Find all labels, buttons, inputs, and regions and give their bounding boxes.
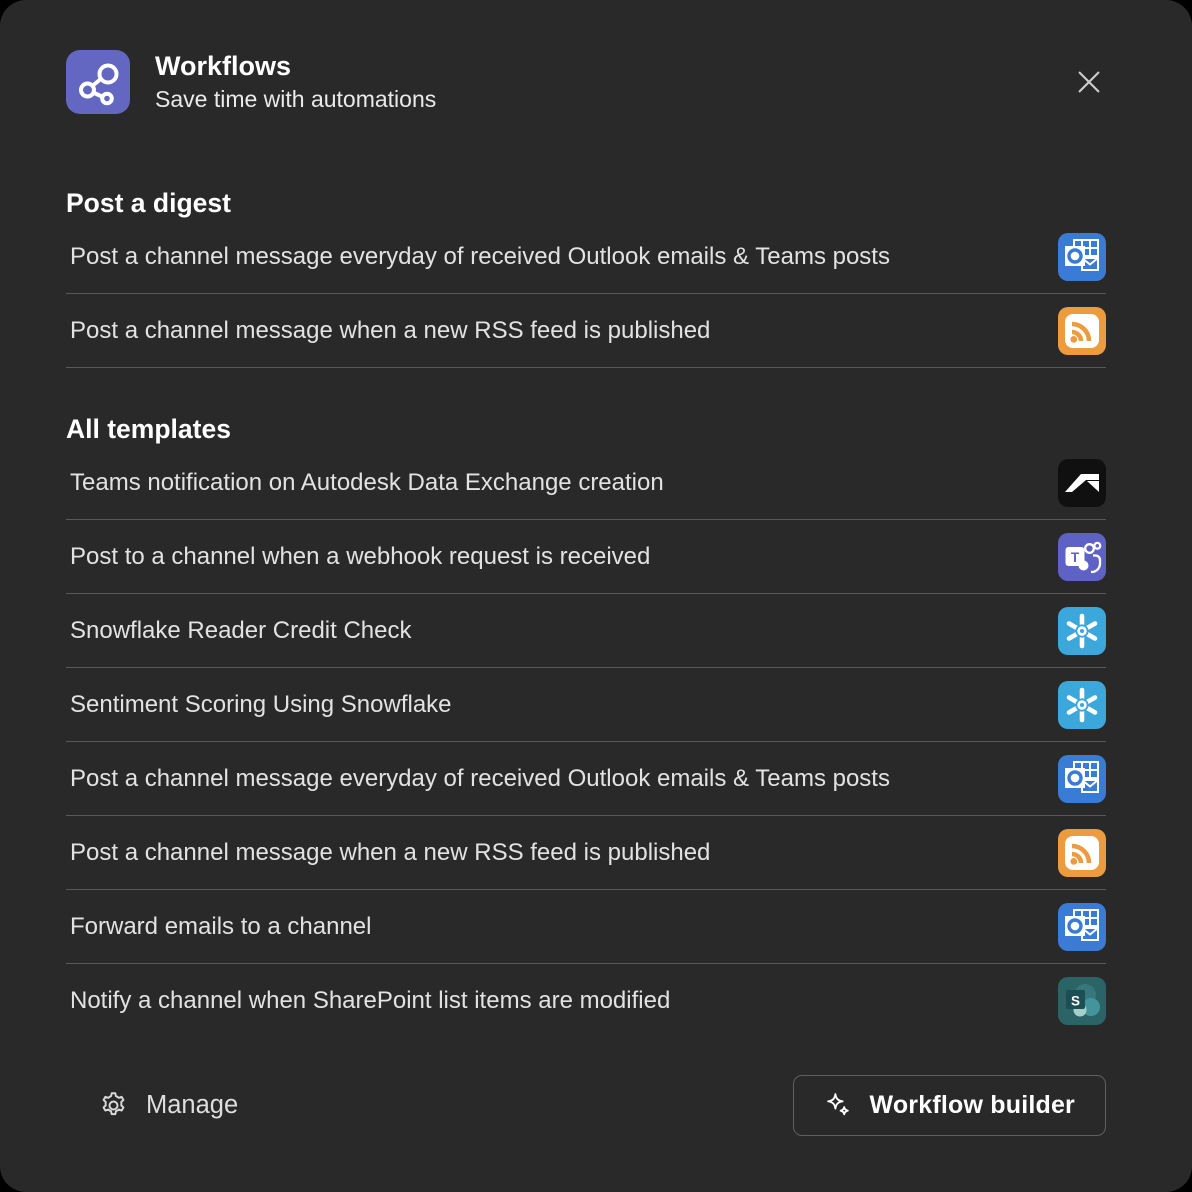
dialog-footer: Manage Workflow builder xyxy=(66,1075,1106,1136)
template-row[interactable]: Teams notification on Autodesk Data Exch… xyxy=(66,446,1106,520)
sections-container: Post a digest Post a channel message eve… xyxy=(66,186,1106,1037)
dialog-title: Workflows xyxy=(155,50,436,82)
section-heading: All templates xyxy=(66,412,1106,446)
outlook-icon xyxy=(1058,903,1106,951)
manage-button[interactable]: Manage xyxy=(98,1090,238,1121)
template-row[interactable]: Post a channel message when a new RSS fe… xyxy=(66,294,1106,368)
sparkle-icon xyxy=(824,1091,853,1120)
template-label: Notify a channel when SharePoint list it… xyxy=(66,987,670,1015)
gear-icon xyxy=(98,1090,129,1121)
template-label: Snowflake Reader Credit Check xyxy=(66,617,412,645)
template-label: Post a channel message when a new RSS fe… xyxy=(66,317,710,345)
template-label: Post to a channel when a webhook request… xyxy=(66,543,650,571)
workflow-builder-button[interactable]: Workflow builder xyxy=(793,1075,1106,1136)
sharepoint-icon: S xyxy=(1058,977,1106,1025)
template-row[interactable]: Post a channel message when a new RSS fe… xyxy=(66,816,1106,890)
template-row[interactable]: Notify a channel when SharePoint list it… xyxy=(66,964,1106,1037)
template-row[interactable]: Post a channel message everyday of recei… xyxy=(66,220,1106,294)
template-label: Post a channel message everyday of recei… xyxy=(66,765,890,793)
template-section: All templates Teams notification on Auto… xyxy=(66,412,1106,1037)
template-row[interactable]: Post a channel message everyday of recei… xyxy=(66,742,1106,816)
template-list: Teams notification on Autodesk Data Exch… xyxy=(66,446,1106,1037)
manage-label: Manage xyxy=(146,1091,238,1120)
workflows-icon xyxy=(66,50,130,114)
dialog-header-text: Workflows Save time with automations xyxy=(155,50,436,114)
template-section: Post a digest Post a channel message eve… xyxy=(66,186,1106,368)
template-row[interactable]: Sentiment Scoring Using Snowflake xyxy=(66,668,1106,742)
snowflake-icon xyxy=(1058,681,1106,729)
section-heading: Post a digest xyxy=(66,186,1106,220)
template-row[interactable]: Snowflake Reader Credit Check xyxy=(66,594,1106,668)
workflow-builder-label: Workflow builder xyxy=(869,1091,1075,1120)
teams-icon: T xyxy=(1058,533,1106,581)
template-list: Post a channel message everyday of recei… xyxy=(66,220,1106,368)
autodesk-icon xyxy=(1058,459,1106,507)
template-row[interactable]: Forward emails to a channel xyxy=(66,890,1106,964)
rss-icon xyxy=(1058,307,1106,355)
template-row[interactable]: Post to a channel when a webhook request… xyxy=(66,520,1106,594)
svg-text:S: S xyxy=(1071,993,1080,1008)
outlook-icon xyxy=(1058,233,1106,281)
dialog-header: Workflows Save time with automations xyxy=(66,50,1106,114)
workflows-dialog: Workflows Save time with automations Pos… xyxy=(0,0,1192,1192)
svg-text:T: T xyxy=(1071,549,1080,564)
snowflake-icon xyxy=(1058,607,1106,655)
rss-icon xyxy=(1058,829,1106,877)
close-button[interactable] xyxy=(1072,65,1106,99)
template-label: Post a channel message when a new RSS fe… xyxy=(66,839,710,867)
template-label: Post a channel message everyday of recei… xyxy=(66,243,890,271)
dialog-subtitle: Save time with automations xyxy=(155,84,436,114)
template-label: Teams notification on Autodesk Data Exch… xyxy=(66,469,664,497)
close-icon xyxy=(1074,67,1104,97)
outlook-icon xyxy=(1058,755,1106,803)
template-label: Forward emails to a channel xyxy=(66,913,371,941)
template-label: Sentiment Scoring Using Snowflake xyxy=(66,691,452,719)
